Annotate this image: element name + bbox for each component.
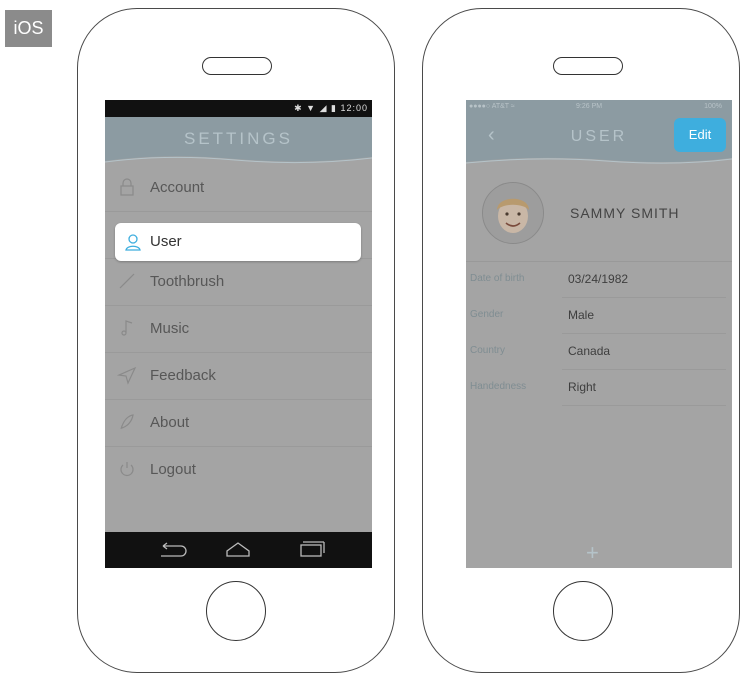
music-note-icon (121, 320, 133, 336)
toothbrush-icon (119, 273, 135, 289)
menu-item-label: User (150, 233, 182, 250)
home-button[interactable] (553, 581, 613, 641)
bluetooth-icon: ✱ (294, 103, 303, 113)
add-button[interactable]: + (586, 540, 599, 566)
menu-item-label: Feedback (150, 367, 216, 384)
status-time: 12:00 (340, 103, 368, 113)
menu-item-music[interactable]: Music (105, 306, 372, 353)
android-nav-bar (105, 532, 372, 568)
menu-item-logout[interactable]: Logout (105, 447, 372, 494)
user-screen: ●●●●○ AT&T ≈ 9:26 PM 100% ‹ USER Edit SA… (466, 100, 732, 568)
field-label: Date of birth (470, 273, 525, 284)
menu-item-label: Toothbrush (150, 273, 225, 290)
menu-item-user[interactable]: User (115, 223, 361, 261)
signal-icon: ◢ (319, 103, 328, 113)
edit-button[interactable]: Edit (674, 118, 726, 152)
menu-item-toothbrush[interactable]: Toothbrush (105, 259, 372, 306)
field-value: Male (568, 308, 595, 322)
android-status-bar: ✱ ▼ ◢ ▮ 12:00 (105, 100, 372, 117)
divider (562, 405, 726, 406)
menu-item-account[interactable]: Account (105, 165, 372, 212)
field-label: Country (470, 345, 506, 356)
settings-screen: ✱ ▼ ◢ ▮ 12:00 SETTINGS Account Toothbrus… (105, 100, 372, 568)
platform-tag: iOS (5, 10, 52, 47)
phone-frame-android: ✱ ▼ ◢ ▮ 12:00 SETTINGS Account Toothbrus… (77, 8, 395, 673)
page-title: SETTINGS (183, 129, 293, 148)
phone-frame-ios: ●●●●○ AT&T ≈ 9:26 PM 100% ‹ USER Edit SA… (422, 8, 740, 673)
menu-item-feedback[interactable]: Feedback (105, 353, 372, 400)
field-date-of-birth[interactable]: Date of birth 03/24/1982 (466, 262, 732, 298)
field-value: 03/24/1982 (568, 272, 629, 286)
menu-item-label: Account (150, 179, 205, 196)
carrier-signal: ●●●●○ AT&T ≈ (469, 103, 515, 110)
field-country[interactable]: Country Canada (466, 334, 732, 370)
user-name: SAMMY SMITH (570, 205, 680, 221)
field-label: Gender (470, 309, 504, 320)
power-icon (120, 462, 134, 476)
phone-speaker (202, 57, 272, 75)
field-handedness[interactable]: Handedness Right (466, 370, 732, 406)
wifi-icon: ▼ (306, 103, 317, 113)
avatar[interactable] (482, 182, 544, 244)
child-portrait-icon (483, 183, 543, 243)
field-label: Handedness (470, 381, 527, 392)
field-gender[interactable]: Gender Male (466, 298, 732, 334)
battery-level: 100% (704, 103, 722, 110)
menu-item-label: Logout (150, 461, 196, 478)
lock-icon (120, 178, 134, 196)
phone-speaker (553, 57, 623, 75)
field-value: Right (568, 380, 597, 394)
settings-header: SETTINGS (105, 117, 372, 167)
paper-plane-icon (117, 366, 137, 385)
menu-item-about[interactable]: About (105, 400, 372, 447)
user-profile: SAMMY SMITH (466, 165, 732, 262)
battery-icon: ▮ (331, 103, 337, 113)
ios-status-bar: ●●●●○ AT&T ≈ 9:26 PM 100% (466, 100, 732, 114)
user-icon (125, 234, 141, 251)
feather-icon (120, 414, 134, 430)
menu-item-label: About (150, 414, 190, 431)
menu-item-label: Music (150, 320, 190, 337)
back-icon[interactable] (161, 542, 187, 557)
home-button[interactable] (206, 581, 266, 641)
recents-icon[interactable] (300, 541, 325, 557)
field-value: Canada (568, 344, 611, 358)
home-icon[interactable] (226, 542, 250, 557)
status-time: 9:26 PM (576, 103, 603, 110)
settings-menu: Account Toothbrush Music Feedback About … (105, 165, 372, 494)
